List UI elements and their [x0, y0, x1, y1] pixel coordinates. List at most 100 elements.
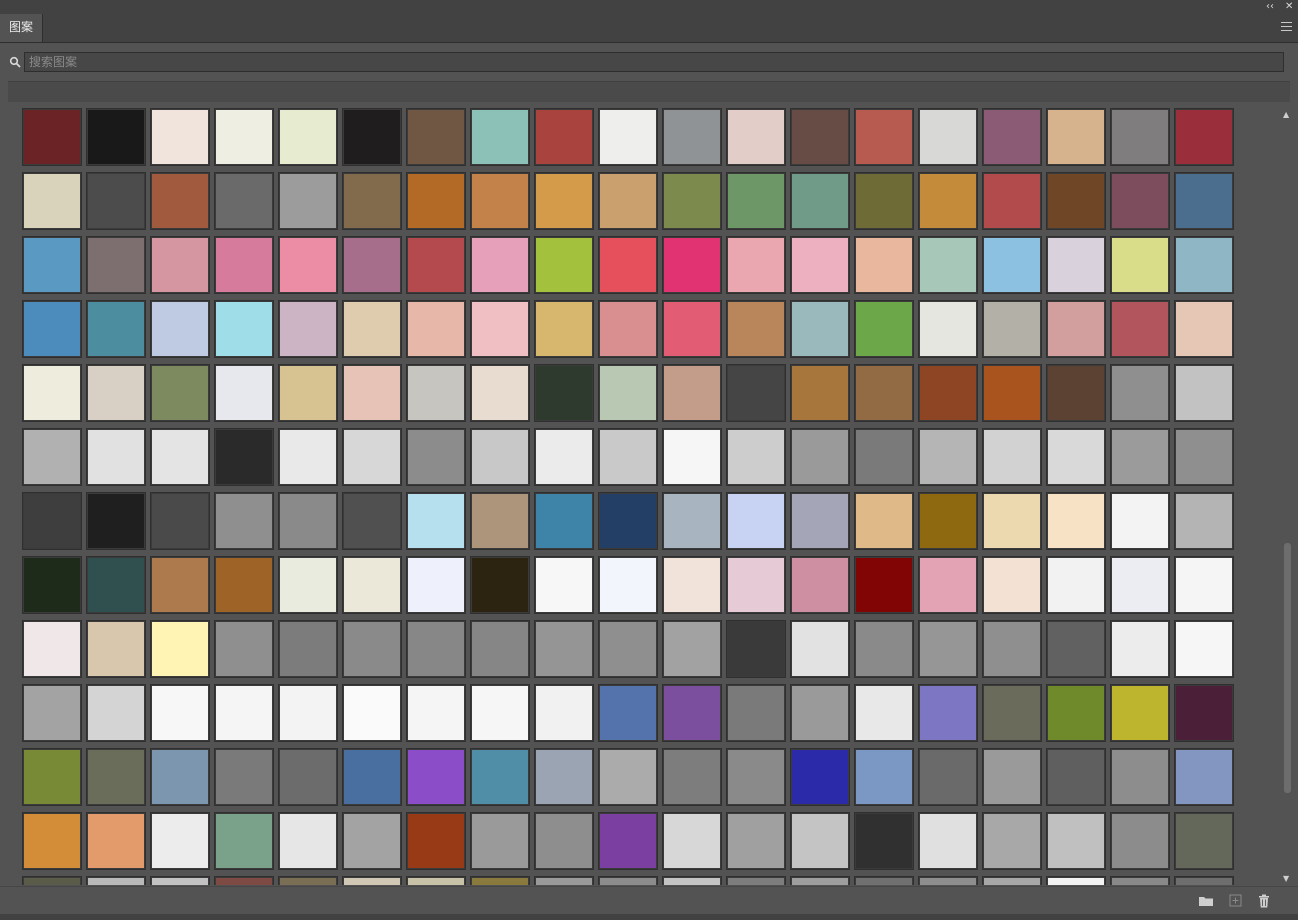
pattern-swatch[interactable] — [1174, 108, 1234, 166]
pattern-swatch[interactable] — [918, 108, 978, 166]
pattern-swatch[interactable] — [982, 684, 1042, 742]
pattern-swatch[interactable] — [726, 108, 786, 166]
pattern-swatch[interactable] — [342, 748, 402, 806]
pattern-swatch[interactable] — [86, 876, 146, 885]
pattern-swatch[interactable] — [406, 812, 466, 870]
pattern-swatch[interactable] — [918, 364, 978, 422]
pattern-swatch[interactable] — [982, 236, 1042, 294]
pattern-swatch[interactable] — [278, 556, 338, 614]
pattern-swatch[interactable] — [22, 172, 82, 230]
folder-icon[interactable] — [1198, 893, 1214, 909]
pattern-swatch[interactable] — [214, 812, 274, 870]
pattern-swatch[interactable] — [790, 684, 850, 742]
pattern-swatch[interactable] — [86, 556, 146, 614]
pattern-swatch[interactable] — [470, 428, 530, 486]
pattern-swatch[interactable] — [598, 620, 658, 678]
pattern-swatch[interactable] — [470, 236, 530, 294]
pattern-swatch[interactable] — [534, 876, 594, 885]
pattern-swatch[interactable] — [1174, 812, 1234, 870]
pattern-swatch[interactable] — [982, 556, 1042, 614]
pattern-swatch[interactable] — [278, 492, 338, 550]
pattern-swatch[interactable] — [278, 172, 338, 230]
pattern-swatch[interactable] — [1110, 428, 1170, 486]
pattern-swatch[interactable] — [150, 492, 210, 550]
pattern-swatch[interactable] — [1110, 236, 1170, 294]
pattern-swatch[interactable] — [1046, 236, 1106, 294]
pattern-swatch[interactable] — [726, 300, 786, 358]
pattern-swatch[interactable] — [278, 812, 338, 870]
pattern-swatch[interactable] — [86, 428, 146, 486]
pattern-swatch[interactable] — [406, 300, 466, 358]
pattern-swatch[interactable] — [790, 556, 850, 614]
pattern-swatch[interactable] — [22, 620, 82, 678]
pattern-swatch[interactable] — [726, 556, 786, 614]
pattern-swatch[interactable] — [22, 492, 82, 550]
pattern-swatch[interactable] — [598, 364, 658, 422]
pattern-swatch[interactable] — [918, 684, 978, 742]
pattern-swatch[interactable] — [918, 236, 978, 294]
pattern-swatch[interactable] — [342, 812, 402, 870]
tab-patterns[interactable]: 图案 — [0, 14, 43, 42]
pattern-swatch[interactable] — [342, 172, 402, 230]
pattern-swatch[interactable] — [790, 108, 850, 166]
trash-icon[interactable] — [1256, 893, 1272, 909]
pattern-swatch[interactable] — [1174, 300, 1234, 358]
pattern-swatch[interactable] — [342, 684, 402, 742]
pattern-swatch[interactable] — [726, 748, 786, 806]
pattern-swatch[interactable] — [662, 492, 722, 550]
pattern-swatch[interactable] — [662, 684, 722, 742]
pattern-swatch[interactable] — [278, 428, 338, 486]
pattern-swatch[interactable] — [854, 812, 914, 870]
pattern-swatch[interactable] — [22, 876, 82, 885]
pattern-swatch[interactable] — [278, 684, 338, 742]
pattern-swatch[interactable] — [918, 876, 978, 885]
close-panel-icon[interactable]: ✕ — [1285, 0, 1293, 14]
scroll-up-arrow-icon[interactable]: ▲ — [1283, 110, 1289, 119]
pattern-swatch[interactable] — [150, 620, 210, 678]
pattern-swatch[interactable] — [342, 236, 402, 294]
pattern-swatch[interactable] — [1046, 428, 1106, 486]
pattern-swatch[interactable] — [278, 876, 338, 885]
pattern-swatch[interactable] — [470, 556, 530, 614]
pattern-swatch[interactable] — [726, 492, 786, 550]
pattern-swatch[interactable] — [1046, 172, 1106, 230]
pattern-swatch[interactable] — [1046, 300, 1106, 358]
pattern-swatch[interactable] — [598, 556, 658, 614]
pattern-swatch[interactable] — [22, 812, 82, 870]
pattern-swatch[interactable] — [662, 556, 722, 614]
pattern-swatch[interactable] — [726, 812, 786, 870]
pattern-swatch[interactable] — [1046, 812, 1106, 870]
pattern-swatch[interactable] — [22, 556, 82, 614]
pattern-swatch[interactable] — [854, 172, 914, 230]
pattern-swatch[interactable] — [150, 684, 210, 742]
pattern-swatch[interactable] — [86, 300, 146, 358]
collapse-panel-icon[interactable]: ‹‹ — [1266, 0, 1274, 14]
pattern-swatch[interactable] — [214, 172, 274, 230]
pattern-swatch[interactable] — [918, 492, 978, 550]
pattern-swatch[interactable] — [918, 556, 978, 614]
pattern-swatch[interactable] — [470, 620, 530, 678]
pattern-swatch[interactable] — [470, 108, 530, 166]
pattern-swatch[interactable] — [86, 108, 146, 166]
pattern-swatch[interactable] — [342, 876, 402, 885]
pattern-swatch[interactable] — [150, 556, 210, 614]
pattern-swatch[interactable] — [598, 300, 658, 358]
pattern-swatch[interactable] — [726, 428, 786, 486]
pattern-swatch[interactable] — [790, 428, 850, 486]
pattern-swatch[interactable] — [982, 492, 1042, 550]
pattern-swatch[interactable] — [22, 364, 82, 422]
pattern-swatch[interactable] — [982, 300, 1042, 358]
pattern-swatch[interactable] — [1174, 684, 1234, 742]
pattern-swatch[interactable] — [1046, 556, 1106, 614]
pattern-swatch[interactable] — [598, 172, 658, 230]
pattern-swatch[interactable] — [534, 108, 594, 166]
pattern-swatch[interactable] — [86, 620, 146, 678]
pattern-swatch[interactable] — [278, 620, 338, 678]
pattern-swatch[interactable] — [662, 620, 722, 678]
pattern-swatch[interactable] — [86, 236, 146, 294]
pattern-swatch[interactable] — [1046, 364, 1106, 422]
pattern-swatch[interactable] — [982, 748, 1042, 806]
pattern-swatch[interactable] — [1110, 108, 1170, 166]
pattern-swatch[interactable] — [1110, 748, 1170, 806]
pattern-swatch[interactable] — [918, 620, 978, 678]
